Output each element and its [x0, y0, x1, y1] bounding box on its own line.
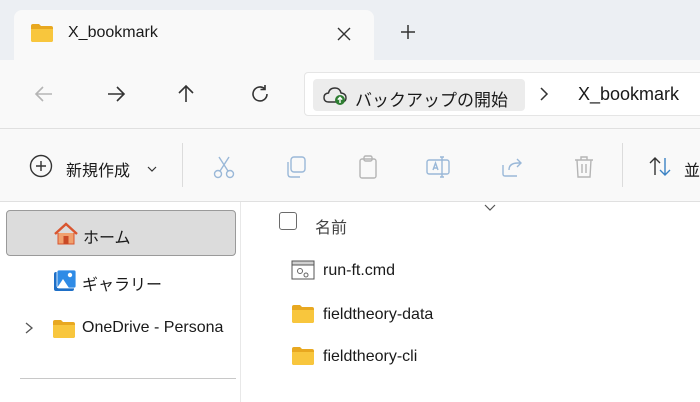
sidebar-item-label: ギャラリー: [82, 277, 163, 294]
toolbar-divider: [622, 143, 623, 187]
folder-icon: [52, 319, 76, 344]
sidebar-item-label: OneDrive - Persona: [82, 319, 224, 336]
command-bar: 新規作成 並: [0, 128, 700, 202]
toolbar-divider: [182, 143, 183, 187]
file-name: fieldtheory-data: [323, 306, 434, 323]
sidebar-item-onedrive[interactable]: OneDrive - Persona: [6, 306, 236, 352]
sidebar-divider: [20, 378, 236, 379]
sidebar-item-label: ホーム: [83, 230, 131, 247]
arrow-left-icon[interactable]: [30, 80, 58, 108]
rename-icon[interactable]: [424, 153, 452, 181]
arrow-right-icon[interactable]: [102, 80, 130, 108]
new-button[interactable]: [28, 153, 54, 181]
cloud-upload-icon: [323, 86, 349, 111]
sidebar-item-home[interactable]: ホーム: [6, 210, 236, 256]
tab-x-bookmark[interactable]: X_bookmark: [14, 10, 374, 60]
folder-icon: [291, 346, 315, 371]
sidebar-item-gallery[interactable]: ギャラリー: [6, 258, 236, 304]
column-header-name[interactable]: 名前: [315, 214, 347, 238]
sort-label[interactable]: 並: [684, 157, 700, 181]
file-name: run-ft.cmd: [323, 262, 396, 279]
list-item[interactable]: run-ft.cmd: [291, 256, 591, 288]
backup-button[interactable]: バックアップの開始: [313, 79, 525, 111]
home-icon: [53, 222, 79, 251]
copy-icon[interactable]: [282, 153, 310, 181]
file-list: 名前 run-ft.cmd fieldtheory-data fieldtheo…: [241, 202, 700, 402]
arrow-up-icon[interactable]: [172, 80, 200, 108]
gallery-icon: [52, 269, 78, 298]
close-icon[interactable]: [332, 22, 356, 46]
chevron-down-icon[interactable]: [146, 161, 158, 179]
folder-icon: [30, 23, 54, 48]
address-bar[interactable]: バックアップの開始 X_bookmark: [304, 72, 700, 116]
plus-icon[interactable]: [396, 20, 420, 44]
trash-icon[interactable]: [570, 153, 598, 181]
navigation-pane: ホーム ギャラリー OneDrive - Persona: [0, 202, 240, 402]
chevron-right-icon[interactable]: [24, 321, 34, 340]
file-name: fieldtheory-cli: [323, 348, 418, 365]
new-button-label[interactable]: 新規作成: [66, 157, 130, 181]
select-all-checkbox[interactable]: [279, 212, 297, 230]
share-icon[interactable]: [498, 153, 526, 181]
sort-icon[interactable]: [646, 153, 674, 181]
backup-label: バックアップの開始: [355, 91, 508, 110]
scissors-icon[interactable]: [210, 153, 238, 181]
cmd-file-icon: [291, 260, 315, 285]
list-item[interactable]: fieldtheory-cli: [291, 342, 591, 374]
chevron-down-icon[interactable]: [483, 200, 497, 218]
navigation-bar: バックアップの開始 X_bookmark: [0, 60, 700, 128]
folder-icon: [291, 304, 315, 329]
tab-title: X_bookmark: [68, 24, 158, 41]
list-item[interactable]: fieldtheory-data: [291, 300, 591, 332]
title-bar: X_bookmark: [0, 0, 700, 60]
clipboard-icon[interactable]: [354, 153, 382, 181]
breadcrumb-current[interactable]: X_bookmark: [578, 84, 679, 105]
chevron-right-icon[interactable]: [537, 83, 551, 110]
refresh-icon[interactable]: [246, 80, 274, 108]
